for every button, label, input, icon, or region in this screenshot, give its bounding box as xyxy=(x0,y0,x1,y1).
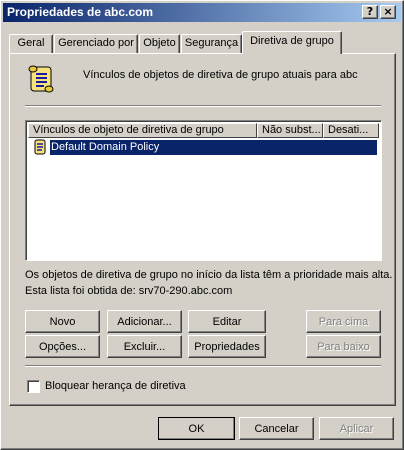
properties-dialog: Propriedades de abc.com ? × Geral Gerenc… xyxy=(0,0,404,450)
separator xyxy=(25,105,381,107)
button-label: Adicionar... xyxy=(117,315,172,328)
ok-button[interactable]: OK xyxy=(158,417,235,440)
button-label: Excluir... xyxy=(123,340,166,353)
separator xyxy=(25,365,381,367)
group-policy-scroll-icon xyxy=(28,65,54,93)
move-up-button[interactable]: Para cima xyxy=(306,310,381,333)
column-header-no-override[interactable]: Não subst... xyxy=(257,123,323,138)
delete-button[interactable]: Excluir... xyxy=(107,335,182,358)
tab-gerenciado-por[interactable]: Gerenciado por xyxy=(54,34,138,53)
column-label: Desati... xyxy=(328,124,369,136)
button-label: Para cima xyxy=(318,315,369,328)
source-server-text: Esta lista foi obtida de: srv70-290.abc.… xyxy=(25,285,233,297)
properties-button[interactable]: Propriedades xyxy=(188,335,266,358)
tab-label: Geral xyxy=(17,37,45,49)
list-item-default-domain-policy[interactable]: Default Domain Policy xyxy=(50,140,377,155)
button-label: Para baixo xyxy=(317,340,370,353)
new-button[interactable]: Novo xyxy=(25,310,100,333)
move-down-button[interactable]: Para baixo xyxy=(306,335,381,358)
cancel-button[interactable]: Cancelar xyxy=(239,417,314,440)
edit-button[interactable]: Editar xyxy=(188,310,266,333)
tab-label: Objeto xyxy=(143,37,176,49)
column-header-link[interactable]: Vínculos de objeto de diretiva de grupo xyxy=(28,123,257,138)
tab-seguranca[interactable]: Segurança xyxy=(181,34,242,53)
tab-strip: Geral Gerenciado por Objeto Segurança Di… xyxy=(9,31,399,54)
help-icon: ? xyxy=(366,5,374,18)
close-icon: × xyxy=(383,5,393,18)
button-label: Novo xyxy=(49,315,76,328)
tab-geral[interactable]: Geral xyxy=(9,34,53,53)
block-inheritance-checkbox[interactable] xyxy=(27,380,40,393)
block-inheritance-label[interactable]: Bloquear herança de diretiva xyxy=(45,380,186,392)
gpo-links-list[interactable]: Vínculos de objeto de diretiva de grupo … xyxy=(25,120,382,261)
add-button[interactable]: Adicionar... xyxy=(107,310,182,333)
header-description: Vínculos de objetos de diretiva de grupo… xyxy=(83,69,358,81)
apply-button[interactable]: Aplicar xyxy=(319,417,394,440)
list-item-label: Default Domain Policy xyxy=(51,141,160,153)
help-button[interactable]: ? xyxy=(362,5,378,19)
button-label: Opções... xyxy=(38,340,87,353)
button-label: Aplicar xyxy=(339,422,374,435)
window-title: Propriedades de abc.com xyxy=(7,5,154,19)
button-label: Propriedades xyxy=(194,340,260,353)
tab-label: Diretiva de grupo xyxy=(250,35,334,47)
button-label: Cancelar xyxy=(254,422,299,435)
priority-info-text: Os objetos de diretiva de grupo no iníci… xyxy=(25,269,393,281)
options-button[interactable]: Opções... xyxy=(25,335,100,358)
tab-diretiva-de-grupo[interactable]: Diretiva de grupo xyxy=(242,31,342,54)
column-label: Vínculos de objeto de diretiva de grupo xyxy=(33,124,224,136)
tab-label: Segurança xyxy=(184,37,239,49)
button-label: Editar xyxy=(212,315,242,328)
column-label: Não subst... xyxy=(262,124,321,136)
tab-label: Gerenciado por xyxy=(58,37,134,49)
title-bar[interactable]: Propriedades de abc.com ? × xyxy=(3,3,401,22)
button-label: OK xyxy=(188,422,205,435)
column-header-disabled[interactable]: Desati... xyxy=(323,123,379,138)
close-button[interactable]: × xyxy=(380,5,396,19)
tab-objeto[interactable]: Objeto xyxy=(139,34,180,53)
policy-object-icon xyxy=(34,139,46,155)
